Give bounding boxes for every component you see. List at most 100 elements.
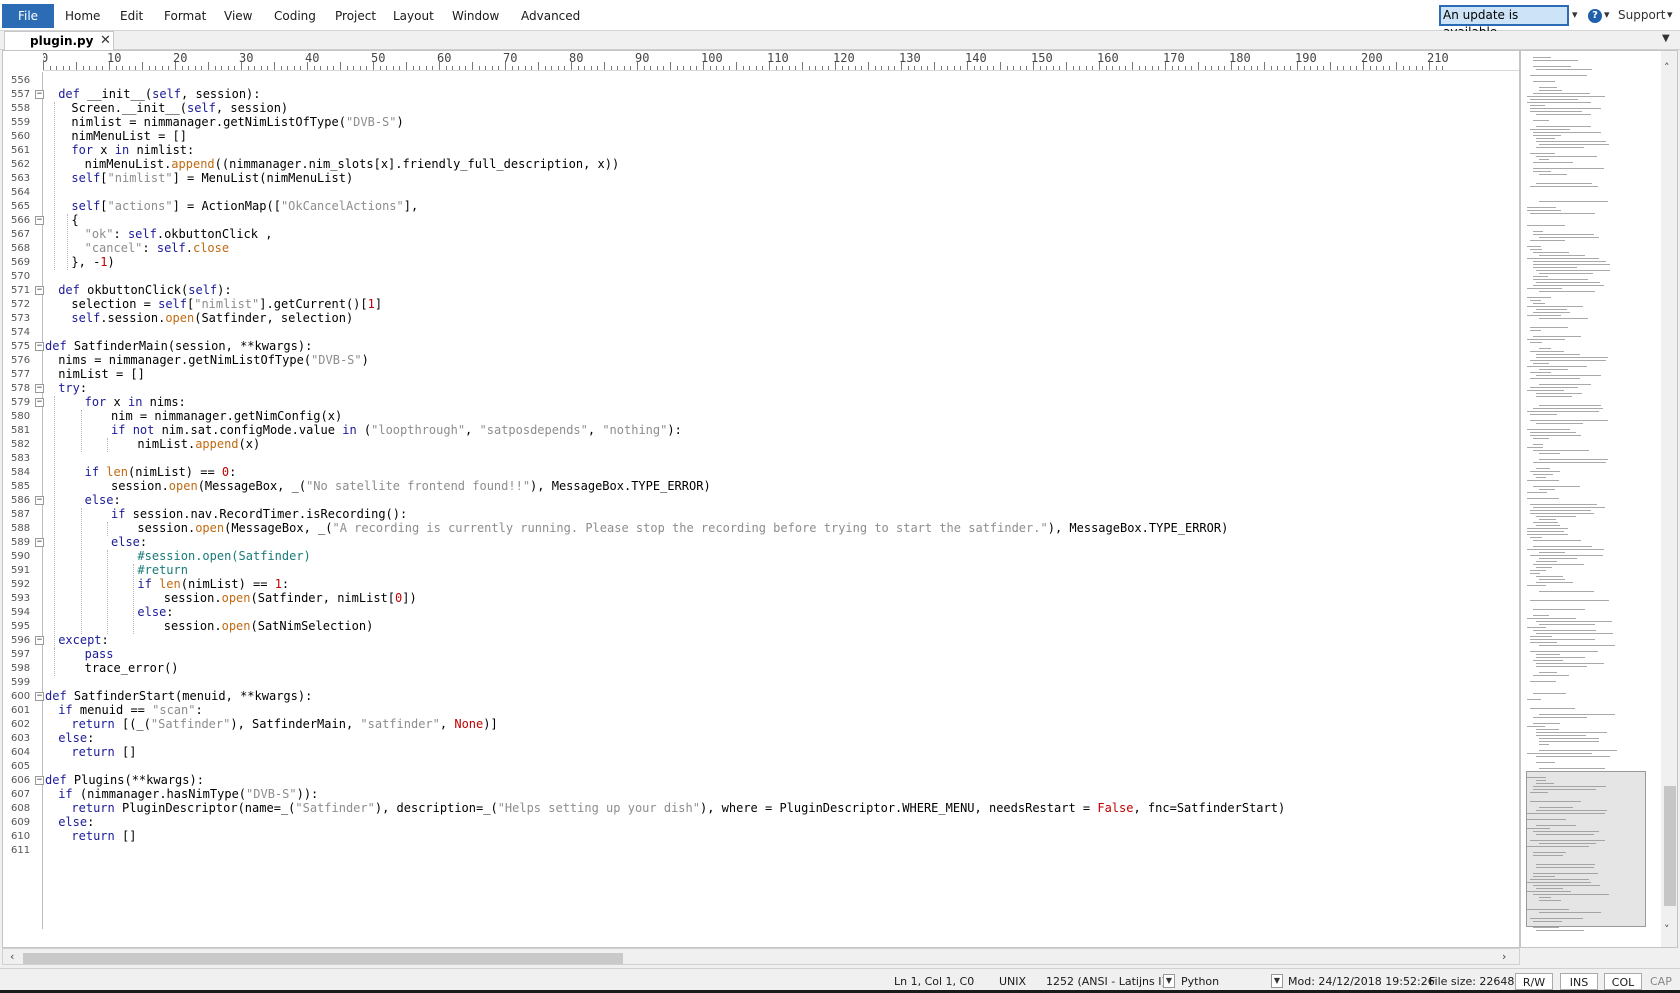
code-editor[interactable]: 0 10 20 30 40 50 60 70 80 90 100 110 120 130 140 150 160… <box>2 50 1520 948</box>
code-line[interactable]: 580 nim = nimmanager.getNimConfig(x) <box>3 409 1519 424</box>
code-line[interactable]: 591 #return <box>3 563 1519 578</box>
fold-toggle-icon[interactable]: − <box>35 538 44 547</box>
code-line[interactable]: 594 else: <box>3 605 1519 620</box>
code-line[interactable]: 558 Screen.__init__(self, session) <box>3 101 1519 116</box>
code-line[interactable]: 605 <box>3 759 1519 774</box>
horizontal-scrollbar[interactable]: ‹ › <box>2 948 1520 965</box>
code-line[interactable]: 579− for x in nims: <box>3 395 1519 410</box>
fold-toggle-icon[interactable]: − <box>35 636 44 645</box>
scroll-up-icon[interactable]: ˄ <box>1664 61 1670 74</box>
encoding-dropdown-icon[interactable]: ▼ <box>1163 974 1175 988</box>
tab-plugin-py[interactable]: plugin.py ✕ <box>4 31 114 50</box>
column-mode-toggle[interactable]: COL <box>1604 973 1642 990</box>
code-line[interactable]: 573 self.session.open(Satfinder, selectio… <box>3 311 1519 326</box>
read-write-toggle[interactable]: R/W <box>1515 973 1553 990</box>
language-mode[interactable]: Python <box>1181 973 1219 990</box>
code-line[interactable]: 592 if len(nimList) == 1: <box>3 577 1519 592</box>
code-line[interactable]: 568 "cancel": self.close <box>3 241 1519 256</box>
code-line[interactable]: 600− def SatfinderStart(menuid, **kwargs)… <box>3 689 1519 704</box>
menu-coding[interactable]: Coding <box>274 4 316 28</box>
code-line[interactable]: 564 <box>3 185 1519 200</box>
minimap-viewport[interactable] <box>1526 771 1646 927</box>
code-line[interactable]: 609 else: <box>3 815 1519 830</box>
code-line[interactable]: 563 self["nimlist"] = MenuList(nimMenuLis… <box>3 171 1519 186</box>
code-line[interactable]: 582 nimList.append(x) <box>3 437 1519 452</box>
fold-toggle-icon[interactable]: − <box>35 342 44 351</box>
menu-edit[interactable]: Edit <box>120 4 143 28</box>
code-line[interactable]: 570 <box>3 269 1519 284</box>
code-line[interactable]: 587 if session.nav.RecordTimer.isRecordin… <box>3 507 1519 522</box>
code-line[interactable]: 578− try: <box>3 381 1519 396</box>
code-line[interactable]: 556 <box>3 73 1519 88</box>
tab-list-dropdown-icon[interactable]: ▼ <box>1662 33 1670 44</box>
fold-toggle-icon[interactable]: − <box>35 286 44 295</box>
scroll-right-icon[interactable]: › <box>1502 949 1506 965</box>
scroll-down-icon[interactable]: ˅ <box>1664 923 1670 936</box>
code-line[interactable]: 603 else: <box>3 731 1519 746</box>
code-line[interactable]: 569}, -1) <box>3 255 1519 270</box>
encoding[interactable]: 1252 (ANSI - Latijns I) <box>1046 973 1166 990</box>
insert-mode-toggle[interactable]: INS <box>1560 973 1598 990</box>
code-line[interactable]: 590 #session.open(Satfinder) <box>3 549 1519 564</box>
code-line[interactable]: 560 nimMenuList = [] <box>3 129 1519 144</box>
code-line[interactable]: 593 session.open(Satfinder, nimList[0]) <box>3 591 1519 606</box>
code-line[interactable]: 599 <box>3 675 1519 690</box>
menu-home[interactable]: Home <box>65 4 100 28</box>
help-icon[interactable]: ? <box>1588 9 1602 23</box>
support-menu[interactable]: Support <box>1618 6 1665 24</box>
code-line[interactable]: 575− def SatfinderMain(session, **kwargs)… <box>3 339 1519 354</box>
vertical-scroll-thumb[interactable] <box>1664 786 1676 906</box>
code-line[interactable]: 562 nimMenuList.append((nimmanager.nim_sl… <box>3 157 1519 172</box>
code-line[interactable]: 586− else: <box>3 493 1519 508</box>
code-line[interactable]: 585 session.open(MessageBox, _("No satell… <box>3 479 1519 494</box>
code-line[interactable]: 565 self["actions"] = ActionMap(["OkCance… <box>3 199 1519 214</box>
code-line[interactable]: 611 <box>3 843 1519 858</box>
code-line[interactable]: 598 trace_error() <box>3 661 1519 676</box>
code-line[interactable]: 608 return PluginDescriptor(name=_("Satfi… <box>3 801 1519 816</box>
menu-advanced[interactable]: Advanced <box>521 4 580 28</box>
menu-format[interactable]: Format <box>164 4 206 28</box>
menu-project[interactable]: Project <box>335 4 376 28</box>
code-line[interactable]: 597 pass <box>3 647 1519 662</box>
fold-toggle-icon[interactable]: − <box>35 216 44 225</box>
menu-view[interactable]: View <box>224 4 252 28</box>
code-line[interactable]: 581 if not nim.sat.configMode.value in ("… <box>3 423 1519 438</box>
chevron-down-icon[interactable]: ▾ <box>1667 6 1673 24</box>
fold-toggle-icon[interactable]: − <box>35 776 44 785</box>
code-line[interactable]: 571− def okbuttonClick(self): <box>3 283 1519 298</box>
vertical-scrollbar[interactable]: ˄ ˅ <box>1661 51 1677 947</box>
chevron-down-icon[interactable]: ▾ <box>1572 6 1578 24</box>
cursor-position[interactable]: Ln 1, Col 1, C0 <box>894 973 974 990</box>
fold-toggle-icon[interactable]: − <box>35 692 44 701</box>
code-line[interactable]: 561 for x in nimlist: <box>3 143 1519 158</box>
code-minimap[interactable]: ˄ ˅ <box>1520 50 1678 948</box>
code-line[interactable]: 576 nims = nimmanager.getNimListOfType("D… <box>3 353 1519 368</box>
code-line[interactable]: 584 if len(nimList) == 0: <box>3 465 1519 480</box>
code-line[interactable]: 567 "ok": self.okbuttonClick , <box>3 227 1519 242</box>
language-dropdown-icon[interactable]: ▼ <box>1271 974 1283 988</box>
code-line[interactable]: 601 if menuid == "scan": <box>3 703 1519 718</box>
close-icon[interactable]: ✕ <box>100 32 111 49</box>
file-menu-button[interactable]: File <box>2 4 54 28</box>
code-line[interactable]: 572 selection = self["nimlist"].getCurren… <box>3 297 1519 312</box>
code-line[interactable]: 607 if (nimmanager.hasNimType("DVB-S")): <box>3 787 1519 802</box>
fold-toggle-icon[interactable]: − <box>35 384 44 393</box>
code-line[interactable]: 596− except: <box>3 633 1519 648</box>
horizontal-scroll-thumb[interactable] <box>23 953 623 964</box>
fold-toggle-icon[interactable]: − <box>35 398 44 407</box>
code-line[interactable]: 604 return [] <box>3 745 1519 760</box>
code-line[interactable]: 577 nimList = [] <box>3 367 1519 382</box>
line-ending[interactable]: UNIX <box>999 973 1026 990</box>
help-dropdown-icon[interactable]: ▾ <box>1604 6 1610 24</box>
menu-layout[interactable]: Layout <box>393 4 434 28</box>
fold-toggle-icon[interactable]: − <box>35 90 44 99</box>
code-line[interactable]: 589− else: <box>3 535 1519 550</box>
fold-toggle-icon[interactable]: − <box>35 496 44 505</box>
update-notice-button[interactable]: An update is available... <box>1439 5 1569 39</box>
code-line[interactable]: 559 nimlist = nimmanager.getNimListOfType… <box>3 115 1519 130</box>
code-line[interactable]: 606− def Plugins(**kwargs): <box>3 773 1519 788</box>
code-line[interactable]: 595 session.open(SatNimSelection) <box>3 619 1519 634</box>
menu-window[interactable]: Window <box>452 4 499 28</box>
scroll-left-icon[interactable]: ‹ <box>10 949 14 965</box>
code-line[interactable]: 602 return [(_("Satfinder"), SatfinderMai… <box>3 717 1519 732</box>
